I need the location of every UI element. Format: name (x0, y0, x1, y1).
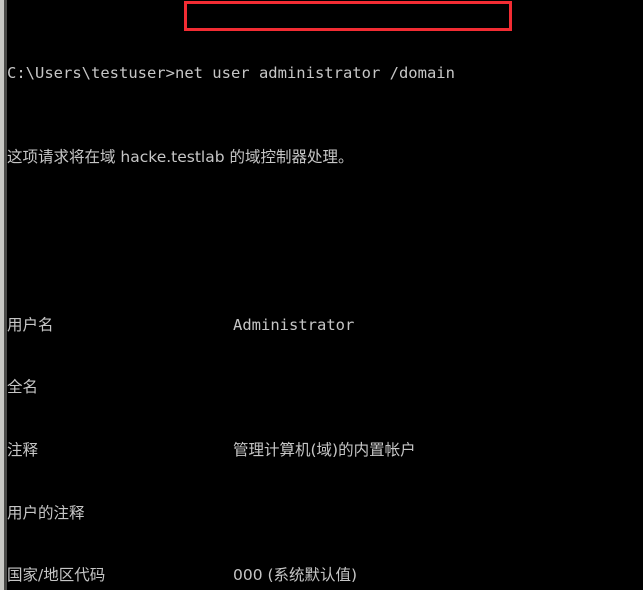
prompt-path: C:\Users\testuser> (7, 63, 175, 82)
field-label: 注释 (7, 441, 39, 460)
field-row-user-comment: 用户的注释 (7, 503, 643, 524)
field-value: 管理计算机(域)的内置帐户 (233, 441, 416, 460)
prompt-line: C:\Users\testuser>net user administrator… (7, 63, 643, 85)
field-label: 用户名 (7, 315, 54, 334)
domain-notice-line: 这项请求将在域 hacke.testlab 的域控制器处理。 (7, 147, 643, 168)
domain-notice-text: 这项请求将在域 hacke.testlab 的域控制器处理。 (7, 148, 354, 167)
field-label: 国家/地区代码 (7, 566, 106, 585)
command-prompt-window[interactable]: C:\Users\testuser>net user administrator… (0, 0, 643, 590)
prompt-command: net user administrator /domain (174, 63, 455, 82)
field-row-username: 用户名 Administrator (7, 315, 643, 336)
field-row-country-code: 国家/地区代码 000 (系统默认值) (7, 565, 643, 586)
field-label: 全名 (7, 378, 39, 397)
window-left-edge-shadow (4, 0, 7, 590)
console-output-text[interactable]: C:\Users\testuser>net user administrator… (7, 0, 643, 590)
field-label: 用户的注释 (7, 503, 85, 522)
field-value: 000 (系统默认值) (233, 566, 358, 585)
field-row-fullname: 全名 (7, 377, 643, 398)
field-row-comment: 注释 管理计算机(域)的内置帐户 (7, 440, 643, 461)
field-value: Administrator (233, 315, 355, 334)
